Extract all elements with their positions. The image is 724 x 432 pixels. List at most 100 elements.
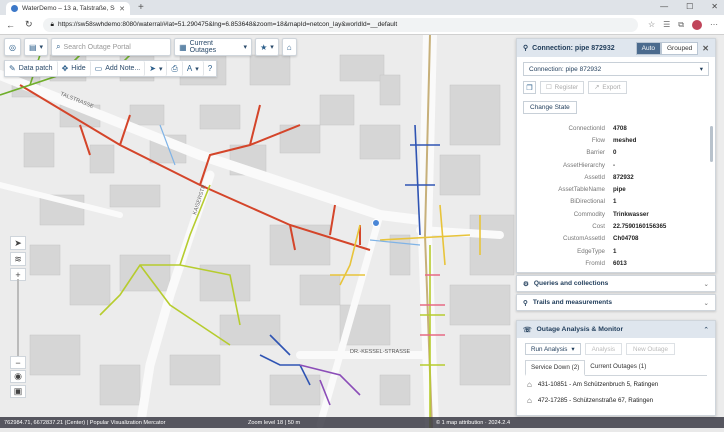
list-item[interactable]: ⌂ 431-10851 - Am Schützenbruch 5, Rating… [527,377,705,392]
attribute-row: Flow meshed [517,134,715,146]
search-placeholder: Search Outage Portal [63,43,131,51]
run-analysis-label: Run Analysis [531,345,568,353]
house-icon: ⌂ [527,380,532,389]
zoom-out-button[interactable]: − [10,356,26,369]
tab-title: WaterDemo – 13 a, Talstraße, Soc [22,5,116,12]
attr-value: 0 [613,149,617,157]
overview-button[interactable]: ▣ [10,385,26,398]
attr-key: Barrier [586,149,605,157]
attribute-row: Barrier 0 [517,147,715,159]
locate-button[interactable]: ➤ [10,236,26,250]
register-icon: ☐ [546,84,552,91]
favorites-button[interactable]: ★ ▾ [255,38,279,56]
hide-button[interactable]: ✥ Hide [57,61,91,76]
analysis-button[interactable]: Analysis [584,343,623,355]
export-label: Export [602,84,621,91]
text-size-icon: A [186,64,193,73]
new-outage-button[interactable]: New Outage [626,343,676,355]
new-tab-icon[interactable]: + [138,2,144,13]
stack-icon: ≋ [14,253,22,264]
queries-accordion[interactable]: ⚙ Queries and collections ⌄ [516,275,716,292]
note-icon: ▭ [94,64,103,73]
eye-icon: ◉ [14,371,22,381]
send-icon: ➤ [149,64,156,73]
layers-map-button[interactable]: ≋ [10,252,26,266]
attr-value: Ch04708 [613,235,639,243]
dropdown-icon: ▾ [270,44,274,51]
outage-header[interactable]: ☏ Outage Analysis & Monitor ⌃ [517,321,715,338]
copy-button[interactable]: ❐ [523,81,536,94]
grouped-toggle[interactable]: Grouped [661,41,699,55]
close-window-icon[interactable]: ✕ [711,2,718,11]
queries-label: Queries and collections [533,280,609,287]
send-button[interactable]: ➤ ▾ [145,61,168,76]
attribute-row: BiDirectional 1 [517,196,715,208]
change-state-button[interactable]: Change State [523,101,577,114]
text-size-button[interactable]: A ▾ [182,61,204,76]
help-button[interactable]: ? [203,61,217,76]
app-menu-button[interactable]: ◎ [4,38,21,56]
attr-key: AssetId [584,173,605,181]
reload-icon[interactable]: ↻ [25,19,33,30]
attr-value: Trinkwasser [613,210,649,218]
site-favicon-icon [11,5,18,12]
close-icon[interactable]: ✕ [702,44,709,53]
house-icon: ⌂ [527,396,532,405]
chevron-down-icon: ▾ [243,44,248,51]
run-analysis-dropdown[interactable]: Run Analysis ▾ [525,343,581,355]
layers-button[interactable]: ▤ ▾ [23,38,49,56]
attribute-row: Cost 22.7590160156365 [517,220,715,232]
add-note-button[interactable]: ▭ Add Note... [90,61,146,76]
minimize-icon[interactable]: — [660,2,668,11]
mode-toggle: Auto Grouped [635,41,699,55]
zoom-slider[interactable] [17,279,19,359]
panel-title: Connection: pipe 872932 [532,44,615,52]
plus-icon: + [15,269,21,280]
attr-value: 4708 [613,124,627,132]
auto-toggle[interactable]: Auto [635,41,661,55]
panel-scrollbar[interactable] [710,126,713,162]
attr-value: 22.7590160156365 [613,223,667,231]
pipe-icon: ⚲ [523,45,529,52]
back-icon[interactable]: ← [6,20,15,30]
trails-label: Trails and measurements [532,299,613,306]
chevron-up-icon: ⌃ [703,326,709,334]
more-icon[interactable]: ⋯ [710,20,718,29]
attr-value: pipe [613,186,626,194]
url-field[interactable]: 🔒︎ https://sw58swhdemo:8080/waterral/#la… [42,17,638,32]
lock-icon: 🔒︎ [50,20,55,28]
attribution-text[interactable]: © 1 map attribution · 2024.2.4 [436,420,510,426]
favorites-icon[interactable]: ☰ [663,20,670,29]
profile-avatar[interactable] [692,19,702,30]
extensions-icon[interactable]: ⧉ [678,20,684,30]
attr-key: Cost [592,223,605,231]
dropdown-icon: ▾ [158,65,163,73]
maximize-icon[interactable]: ☐ [686,2,693,11]
search-input[interactable]: ⌕ Search Outage Portal [51,38,172,56]
visibility-button[interactable]: ◉ [10,370,26,383]
close-tab-icon[interactable]: ✕ [119,5,125,13]
home-button[interactable]: ⌂ [281,38,297,56]
tab-current-outages[interactable]: Current Outages (1) [585,360,651,375]
list-item[interactable]: ⌂ 472-17285 - Schützenstraße 67, Ratinge… [527,393,705,408]
data-patch-button[interactable]: ✎ Data patch [5,61,58,76]
object-select[interactable]: Connection: pipe 872932 ▾ [523,62,709,76]
minus-icon: − [15,357,21,368]
register-button[interactable]: ☐ Register [540,81,585,94]
current-outages-dropdown[interactable]: ▦ Current Outages ▾ [174,38,253,56]
browser-tab[interactable]: WaterDemo – 13 a, Talstraße, Soc ✕ [6,2,130,15]
attr-key: AssetHierarchy [563,161,605,169]
attribute-row: Commodity Trinkwasser [517,208,715,220]
trails-accordion[interactable]: ⚲ Trails and measurements ⌄ [516,294,716,311]
print-button[interactable]: ⎙ [167,61,183,76]
register-label: Register [554,84,579,91]
trail-icon: ⚲ [523,299,528,307]
tab-service-down[interactable]: Service Down (2) [525,360,586,376]
attr-value: 1 [613,198,617,206]
attr-key: BiDirectional [570,198,605,206]
outage-panel: ☏ Outage Analysis & Monitor ⌃ Run Analys… [516,320,716,416]
outage-tabs: Service Down (2) Current Outages (1) [525,360,707,376]
attr-key: Commodity [573,210,605,218]
export-button[interactable]: ↗ Export [588,81,627,94]
star-icon[interactable]: ☆ [648,20,655,29]
